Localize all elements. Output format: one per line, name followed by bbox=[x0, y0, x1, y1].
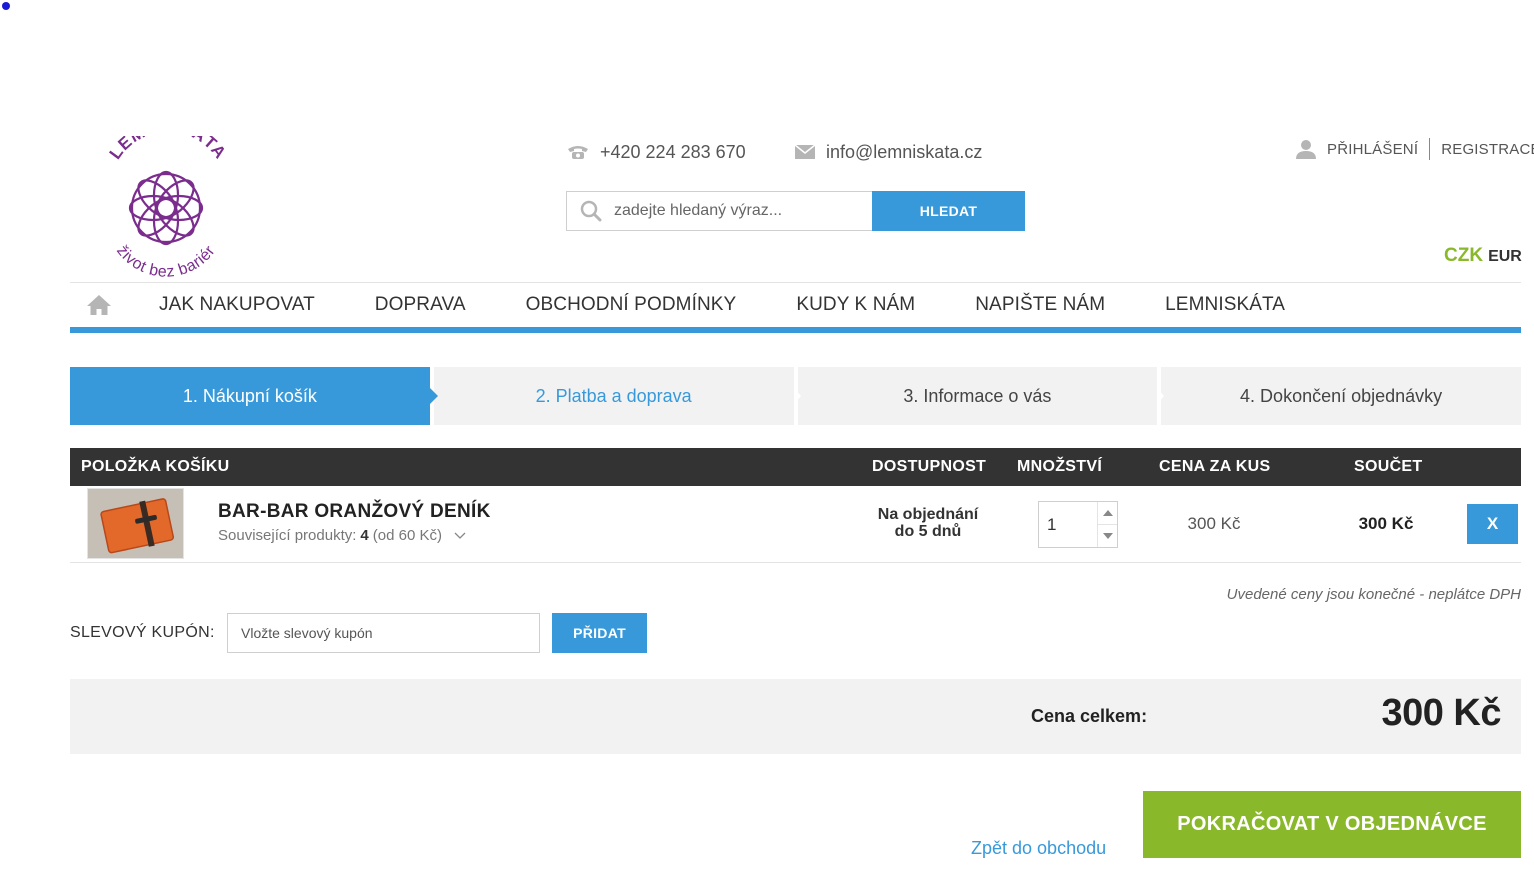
search-icon bbox=[580, 200, 602, 222]
currency-switcher: CZK EUR bbox=[1444, 245, 1522, 267]
total-label: Cena celkem: bbox=[1031, 706, 1148, 726]
user-icon bbox=[1296, 140, 1316, 159]
continue-order-button[interactable]: POKRAČOVAT V OBJEDNÁVCE bbox=[1143, 791, 1521, 858]
col-header-item: POLOŽKA KOŠÍKU bbox=[81, 458, 230, 475]
nav-item-doprava[interactable]: DOPRAVA bbox=[375, 294, 466, 316]
caret-down-icon bbox=[1102, 533, 1113, 539]
svg-text:LEMNISKÁTA: LEMNISKÁTA bbox=[106, 136, 231, 163]
quantity-input[interactable] bbox=[1039, 502, 1097, 547]
header-email[interactable]: info@lemniskata.cz bbox=[794, 140, 982, 164]
related-products-price: (od 60 Kč) bbox=[372, 527, 442, 544]
header-phone[interactable]: +420 224 283 670 bbox=[566, 140, 746, 164]
related-products-count: 4 bbox=[360, 527, 369, 544]
caret-up-icon bbox=[1102, 510, 1113, 516]
logo-tagline: život bez bariér bbox=[113, 242, 218, 280]
product-thumbnail[interactable] bbox=[87, 488, 184, 559]
col-header-quantity: MNOŽSTVÍ bbox=[1017, 458, 1103, 475]
vat-note: Uvedené ceny jsou konečné - neplátce DPH bbox=[1226, 586, 1521, 603]
cart-table-header: POLOŽKA KOŠÍKU DOSTUPNOST MNOŽSTVÍ CENA … bbox=[70, 448, 1521, 486]
quantity-stepper bbox=[1038, 501, 1118, 548]
register-link[interactable]: REGISTRACE bbox=[1441, 141, 1534, 158]
col-header-total: SOUČET bbox=[1354, 458, 1423, 475]
site-logo[interactable]: LEMNISKÁTA život bez bariér bbox=[96, 117, 236, 282]
availability-status: Na objednání do 5 dnů bbox=[860, 506, 996, 540]
envelope-icon bbox=[794, 144, 816, 159]
phone-icon bbox=[568, 146, 588, 159]
total-value: 300 Kč bbox=[1381, 692, 1501, 734]
phone-number: +420 224 283 670 bbox=[600, 141, 746, 162]
checkout-steps: 1. Nákupní košík 2. Platba a doprava 3. … bbox=[70, 367, 1521, 425]
account-separator bbox=[1429, 138, 1431, 160]
cart-row: BAR-BAR ORANŽOVÝ DENÍK Související produ… bbox=[70, 486, 1521, 563]
search-box bbox=[566, 191, 873, 231]
related-products-label: Související produkty: bbox=[218, 527, 357, 544]
step-order-completion: 4. Dokončení objednávky bbox=[1157, 367, 1521, 425]
step-customer-info: 3. Informace o vás bbox=[793, 367, 1158, 425]
search-button[interactable]: HLEDAT bbox=[872, 191, 1025, 231]
svg-text:život bez bariér: život bez bariér bbox=[113, 242, 219, 280]
availability-line-1: Na objednání bbox=[877, 506, 979, 523]
row-total: 300 Kč bbox=[1358, 514, 1414, 533]
col-header-unit-price: CENA ZA KUS bbox=[1159, 458, 1271, 475]
col-header-availability: DOSTUPNOST bbox=[872, 458, 987, 475]
nav-home[interactable] bbox=[70, 294, 128, 316]
chevron-down-icon bbox=[454, 532, 466, 539]
step-payment-shipping[interactable]: 2. Platba a doprava bbox=[429, 367, 794, 425]
product-name[interactable]: BAR-BAR ORANŽOVÝ DENÍK bbox=[218, 501, 491, 523]
login-link[interactable]: PŘIHLÁŠENÍ bbox=[1327, 141, 1418, 158]
home-icon bbox=[87, 295, 111, 315]
corner-dot bbox=[2, 2, 10, 10]
nav-item-jak-nakupovat[interactable]: JAK NAKUPOVAT bbox=[159, 294, 315, 316]
unit-price: 300 Kč bbox=[1187, 514, 1241, 533]
availability-line-2: do 5 dnů bbox=[894, 523, 962, 540]
quantity-increase[interactable] bbox=[1098, 502, 1117, 525]
coupon-input[interactable] bbox=[227, 613, 540, 653]
step-cart: 1. Nákupní košík bbox=[70, 367, 438, 425]
account-links: PŘIHLÁŠENÍ REGISTRACE bbox=[1295, 138, 1534, 160]
related-products-toggle[interactable]: Související produkty: 4 (od 60 Kč) bbox=[218, 527, 466, 544]
coupon-label: SLEVOVÝ KUPÓN: bbox=[70, 624, 215, 641]
logo-top-text: LEMNISKÁTA bbox=[106, 117, 230, 163]
back-to-shop-link[interactable]: Zpět do obchodu bbox=[971, 838, 1106, 859]
nav-item-napiste-nam[interactable]: NAPIŠTE NÁM bbox=[975, 294, 1105, 316]
main-nav: JAK NAKUPOVAT DOPRAVA OBCHODNÍ PODMÍNKY … bbox=[70, 283, 1521, 327]
nav-accent-bar bbox=[70, 327, 1521, 333]
search-input[interactable] bbox=[614, 202, 854, 220]
nav-item-lemniskata[interactable]: LEMNISKÁTA bbox=[1165, 294, 1285, 316]
remove-item-button[interactable]: X bbox=[1467, 504, 1518, 544]
currency-czk[interactable]: CZK bbox=[1444, 245, 1483, 266]
currency-eur[interactable]: EUR bbox=[1488, 248, 1522, 265]
email-address: info@lemniskata.cz bbox=[826, 141, 983, 162]
nav-item-kudy-k-nam[interactable]: KUDY K NÁM bbox=[796, 294, 915, 316]
add-coupon-button[interactable]: PŘIDAT bbox=[552, 613, 647, 653]
quantity-decrease[interactable] bbox=[1098, 525, 1117, 547]
nav-item-obchodni-podminky[interactable]: OBCHODNÍ PODMÍNKY bbox=[526, 294, 737, 316]
order-total-panel: Cena celkem: 300 Kč bbox=[70, 679, 1521, 754]
